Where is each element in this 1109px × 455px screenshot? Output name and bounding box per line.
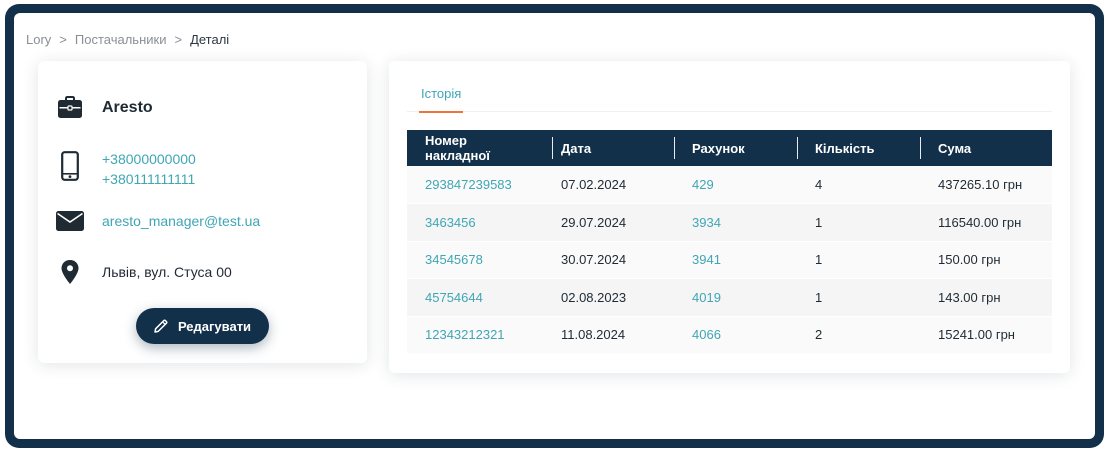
date-cell: 07.02.2024 [552, 166, 674, 204]
column-header-invoice[interactable]: Номер накладної [407, 130, 552, 166]
column-header-quantity[interactable]: Кількість [797, 130, 920, 166]
breadcrumb: Lory > Постачальники > Деталі [26, 32, 229, 47]
table-row: 293847239583 07.02.2024 429 4 437265.10 … [407, 166, 1052, 204]
breadcrumb-separator: > [174, 32, 183, 47]
supplier-phones: +38000000000 +380111111111 [102, 149, 196, 189]
table-header-row: Номер накладної Дата Рахунок Кількість С… [407, 130, 1052, 166]
quantity-cell: 1 [797, 203, 920, 242]
tab-history[interactable]: Історія [418, 86, 464, 113]
phone-icon [56, 151, 84, 181]
table-row: 45754644 02.08.2023 4019 1 143.00 грн [407, 278, 1052, 317]
history-table: Номер накладної Дата Рахунок Кількість С… [407, 130, 1052, 354]
breadcrumb-separator: > [59, 32, 67, 47]
supplier-address: Львів, вул. Стуса 00 [102, 264, 232, 280]
quantity-cell: 1 [797, 278, 920, 317]
window-frame: Lory > Постачальники > Деталі Aresto +38… [5, 4, 1104, 448]
date-cell: 02.08.2023 [552, 278, 674, 317]
supplier-email[interactable]: aresto_manager@test.ua [102, 211, 260, 231]
sum-cell: 116540.00 грн [920, 203, 1052, 242]
phone-link[interactable]: +38000000000 [102, 149, 196, 169]
breadcrumb-current: Деталі [190, 32, 230, 47]
edit-button-label: Редагувати [177, 318, 252, 334]
edit-button[interactable]: Редагувати [136, 308, 269, 344]
sum-cell: 150.00 грн [920, 241, 1052, 279]
sum-cell: 15241.00 грн [920, 316, 1052, 354]
date-cell: 11.08.2024 [552, 316, 674, 354]
phone-link[interactable]: +380111111111 [102, 169, 196, 189]
supplier-address-row: Львів, вул. Стуса 00 [56, 260, 232, 284]
account-link[interactable]: 3941 [674, 241, 797, 279]
account-link[interactable]: 429 [674, 166, 797, 204]
quantity-cell: 1 [797, 241, 920, 279]
table-row: 34545678 30.07.2024 3941 1 150.00 грн [407, 241, 1052, 279]
table-row: 3463456 29.07.2024 3934 1 116540.00 грн [407, 203, 1052, 242]
envelope-icon [56, 211, 84, 231]
page-content: Lory > Постачальники > Деталі Aresto +38… [14, 13, 1095, 439]
breadcrumb-item-suppliers[interactable]: Постачальники [75, 32, 167, 47]
account-link[interactable]: 4019 [674, 278, 797, 317]
invoice-number-link[interactable]: 45754644 [407, 278, 552, 317]
location-pin-icon [56, 260, 84, 284]
tab-bar: Історія [407, 61, 1052, 113]
supplier-card: Aresto +38000000000 +380111111111 aresto… [38, 61, 367, 363]
date-cell: 29.07.2024 [552, 203, 674, 242]
briefcase-icon [56, 96, 84, 120]
quantity-cell: 4 [797, 166, 920, 204]
account-link[interactable]: 3934 [674, 203, 797, 242]
breadcrumb-item-home[interactable]: Lory [26, 32, 51, 47]
invoice-number-link[interactable]: 293847239583 [407, 166, 552, 204]
supplier-name: Aresto [102, 99, 153, 116]
sum-cell: 143.00 грн [920, 278, 1052, 317]
column-header-account[interactable]: Рахунок [674, 130, 797, 166]
invoice-number-link[interactable]: 34545678 [407, 241, 552, 279]
pencil-icon [154, 319, 168, 333]
quantity-cell: 2 [797, 316, 920, 354]
supplier-name-row: Aresto [56, 96, 153, 120]
history-card: Історія Номер накладної Дата Рахунок Кіл… [389, 61, 1070, 373]
sum-cell: 437265.10 грн [920, 166, 1052, 204]
date-cell: 30.07.2024 [552, 241, 674, 279]
invoice-number-link[interactable]: 12343212321 [407, 316, 552, 354]
column-header-sum[interactable]: Сума [920, 130, 1052, 166]
invoice-number-link[interactable]: 3463456 [407, 203, 552, 242]
table-row: 12343212321 11.08.2024 4066 2 15241.00 г… [407, 316, 1052, 354]
supplier-phones-row: +38000000000 +380111111111 [56, 149, 196, 189]
column-header-date[interactable]: Дата [552, 130, 674, 166]
account-link[interactable]: 4066 [674, 316, 797, 354]
supplier-email-row: aresto_manager@test.ua [56, 211, 260, 231]
